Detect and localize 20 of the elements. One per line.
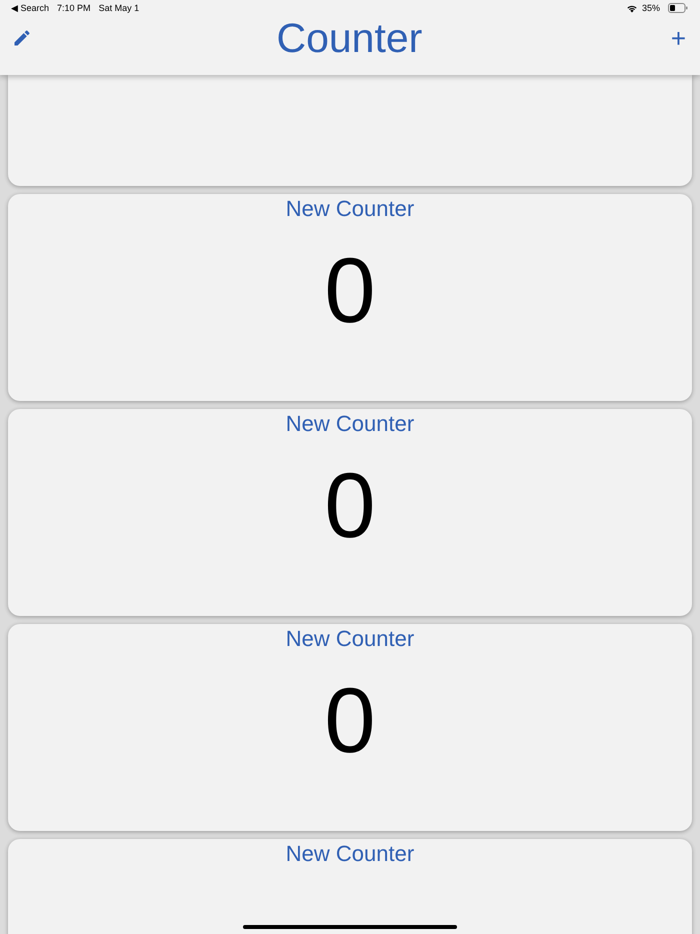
back-link[interactable]: ◀ Search bbox=[11, 2, 50, 14]
counter-value: 0 bbox=[324, 671, 376, 771]
counter-card[interactable]: New Counter 0 bbox=[8, 624, 692, 831]
wifi-icon bbox=[626, 4, 638, 12]
counter-value: 0 bbox=[324, 241, 376, 341]
counter-card[interactable]: New Counter 0 bbox=[8, 409, 692, 616]
counter-name: New Counter bbox=[286, 841, 414, 867]
add-button[interactable]: + bbox=[666, 23, 690, 53]
counter-name: New Counter bbox=[286, 411, 414, 437]
page-title: Counter bbox=[276, 14, 422, 62]
counter-value: 0 bbox=[324, 456, 376, 556]
battery-percent: 35% bbox=[642, 2, 660, 14]
counter-card[interactable]: New Counter bbox=[8, 839, 692, 934]
counter-name: New Counter bbox=[286, 196, 414, 222]
edit-icon[interactable] bbox=[12, 28, 32, 48]
battery-icon bbox=[668, 3, 688, 13]
counter-name: New Counter bbox=[286, 626, 414, 652]
status-date: Sat May 1 bbox=[98, 2, 140, 14]
status-time: 7:10 PM bbox=[57, 2, 91, 14]
counter-card[interactable]: New Counter 0 bbox=[8, 194, 692, 401]
